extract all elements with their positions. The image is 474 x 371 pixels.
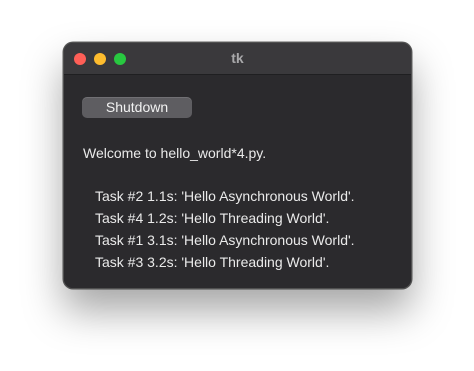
welcome-label: Welcome to hello_world*4.py. <box>83 145 267 161</box>
task-list: Task #2 1.1s: 'Hello Asynchronous World'… <box>95 185 355 273</box>
window-content: Shutdown Welcome to hello_world*4.py. Ta… <box>64 75 411 288</box>
app-window: tk Shutdown Welcome to hello_world*4.py.… <box>63 42 412 289</box>
title-bar[interactable]: tk <box>64 43 411 75</box>
shutdown-button[interactable]: Shutdown <box>82 97 192 118</box>
window-title: tk <box>231 50 244 66</box>
task-line: Task #4 1.2s: 'Hello Threading World'. <box>95 210 330 226</box>
task-line: Task #1 3.1s: 'Hello Asynchronous World'… <box>95 232 355 248</box>
task-line: Task #2 1.1s: 'Hello Asynchronous World'… <box>95 188 355 204</box>
task-line: Task #3 3.2s: 'Hello Threading World'. <box>95 254 330 270</box>
